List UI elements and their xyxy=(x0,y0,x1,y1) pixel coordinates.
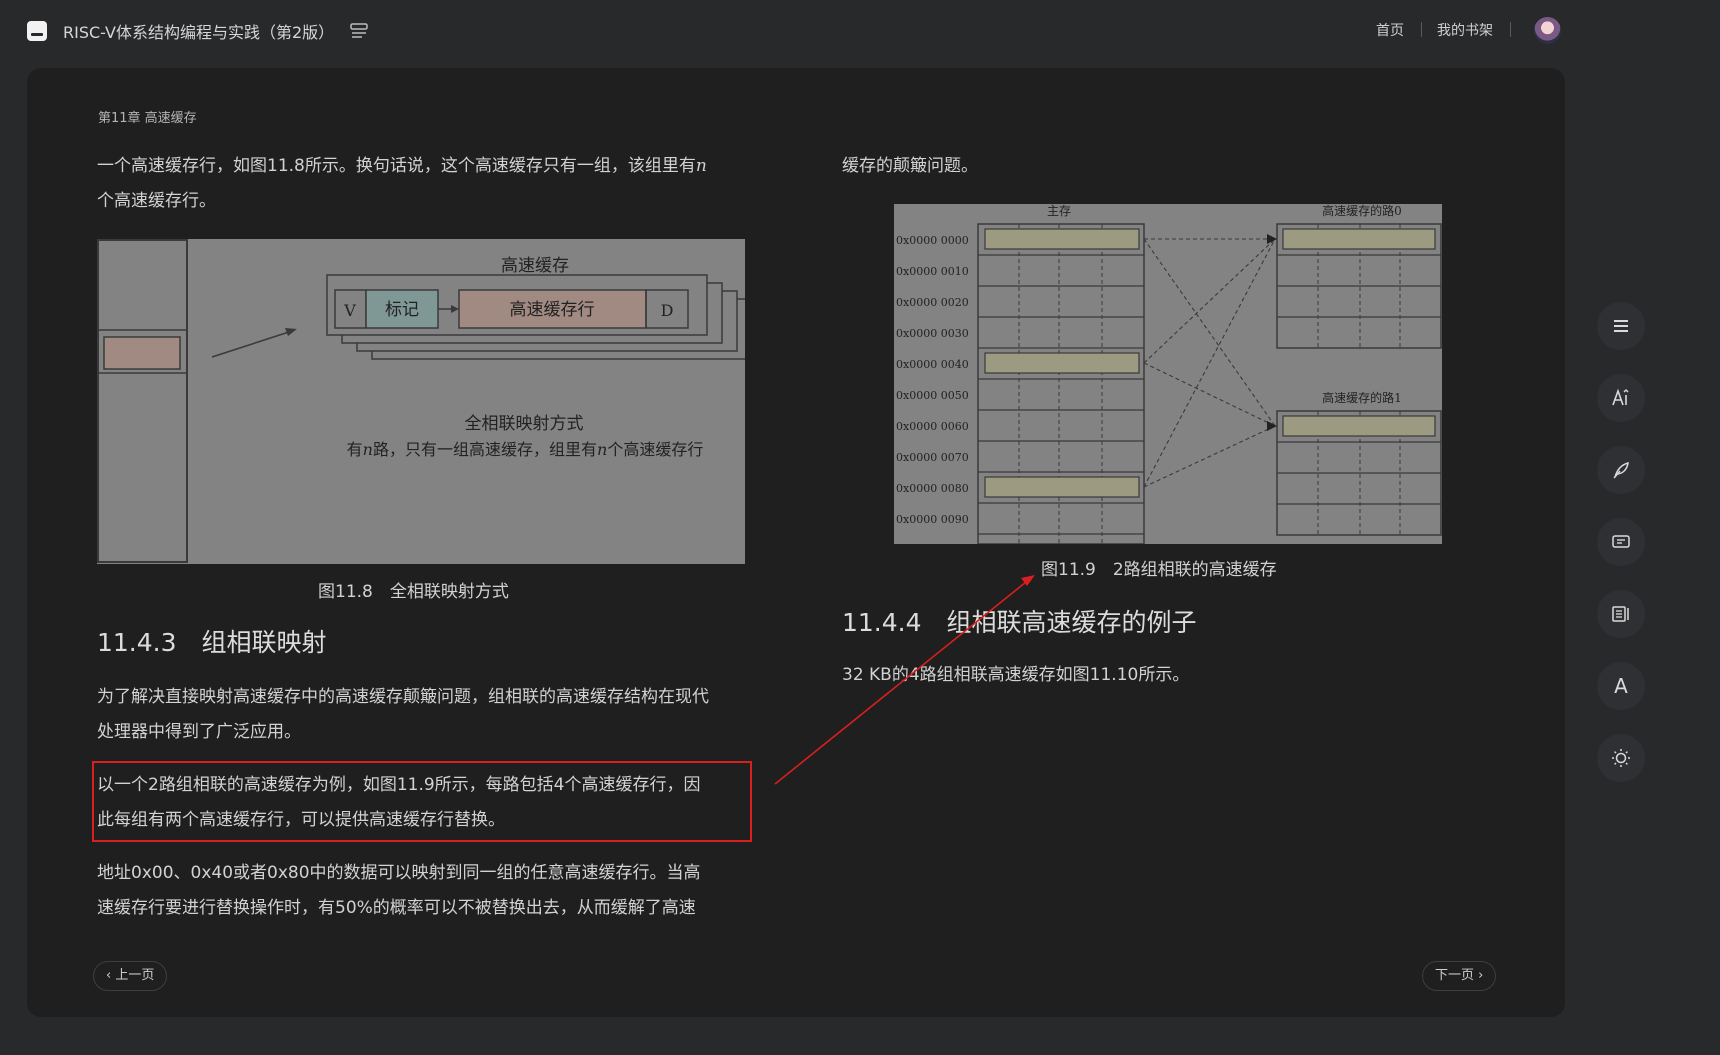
prev-page-button[interactable]: ‹ 上一页 xyxy=(93,961,168,991)
address-label: 0x0000 0090 xyxy=(896,513,969,526)
next-page-button[interactable]: 下一页 › xyxy=(1422,961,1497,991)
ai-assistant-button[interactable] xyxy=(1597,374,1645,422)
address-label: 0x0000 0060 xyxy=(896,420,969,433)
chevron-left-icon: ‹ xyxy=(106,968,116,983)
fig118-line: 高速缓存行 xyxy=(510,300,595,320)
address-label: 0x0000 0010 xyxy=(896,265,969,278)
nav-bookshelf-link[interactable]: 我的书架 xyxy=(1437,20,1493,40)
figure-11-8: 高速缓存 V 标记 高速缓存行 D 全相联映射方式 有n路，只有一组高速缓存，组… xyxy=(97,239,745,564)
comment-icon xyxy=(1612,535,1630,548)
theme-toggle-button[interactable] xyxy=(1597,734,1645,782)
highlight-box xyxy=(92,761,752,842)
notes-list-button[interactable] xyxy=(1597,590,1645,638)
toc-toggle-icon[interactable] xyxy=(349,21,369,41)
paragraph: 为了解决直接映射高速缓存中的高速缓存颠簸问题，组相联的高速缓存结构在现代 处理器… xyxy=(97,680,757,750)
memory-block xyxy=(984,476,1140,498)
address-label: 0x0000 0070 xyxy=(896,451,969,464)
mapping-arrow xyxy=(1143,238,1276,427)
ai-icon xyxy=(1612,388,1629,406)
mapping-arrow xyxy=(1143,238,1276,488)
prev-page-label: 上一页 xyxy=(115,968,155,983)
nav-divider xyxy=(1421,22,1422,37)
mapping-arrow xyxy=(1143,425,1276,488)
arrow-head xyxy=(1267,421,1277,431)
figure-11-9: 主存 高速缓存的路0 高速缓存的路1 0x0000 0000 0x0000 001… xyxy=(894,204,1442,544)
text-line: 处理器中得到了广泛应用。 xyxy=(97,722,301,742)
memory-block xyxy=(984,352,1140,374)
notes-icon xyxy=(1612,606,1629,622)
figure-11-9-caption: 图11.9 2路组相联的高速缓存 xyxy=(1041,560,1277,580)
paragraph-continued: 一个高速缓存行，如图11.8所示。换句话说，这个高速缓存只有一组，该组里有n 个… xyxy=(97,149,757,219)
feather-pen-icon xyxy=(1613,461,1629,479)
mapping-arrow xyxy=(1143,362,1276,427)
fig118-d: D xyxy=(661,301,674,320)
fig119-way1: 高速缓存的路1 xyxy=(1322,390,1402,405)
memory-block xyxy=(984,228,1140,250)
section-heading-11-4-3: 11.4.3 组相联映射 xyxy=(97,628,327,657)
book-title[interactable]: RISC-V体系结构编程与实践（第2版） xyxy=(63,19,334,43)
font-settings-button[interactable]: A xyxy=(1597,662,1645,710)
sun-icon xyxy=(1612,749,1630,767)
app-logo-icon[interactable] xyxy=(27,21,47,41)
fig119-main-mem: 主存 xyxy=(1047,204,1071,218)
fig118-tag: 标记 xyxy=(385,300,419,320)
address-label: 0x0000 0080 xyxy=(896,482,969,495)
fig118-desc: 有n路，只有一组高速缓存，组里有n个高速缓存行 xyxy=(347,440,704,459)
chapter-header: 第11章 高速缓存 xyxy=(98,111,197,126)
section-heading-11-4-4: 11.4.4 组相联高速缓存的例子 xyxy=(842,608,1197,637)
nav-divider xyxy=(1510,22,1511,37)
address-label: 0x0000 0030 xyxy=(896,327,969,340)
nav-home-link[interactable]: 首页 xyxy=(1376,20,1404,40)
paragraph: 32 KB的4路组相联高速缓存如图11.10所示。 xyxy=(842,665,1190,685)
text-line: 一个高速缓存行，如图11.8所示。换句话说，这个高速缓存只有一组，该组里有 xyxy=(97,156,696,176)
text-line: 地址0x00、0x40或者0x80中的数据可以映射到同一组的任意高速缓存行。当高 xyxy=(97,863,701,883)
toc-menu-button[interactable] xyxy=(1597,302,1645,350)
mapping-arrow xyxy=(1143,238,1276,364)
fig118-title: 高速缓存 xyxy=(501,256,569,276)
address-label: 0x0000 0040 xyxy=(896,358,969,371)
address-label: 0x0000 0000 xyxy=(896,234,969,247)
fig118-mode: 全相联映射方式 xyxy=(465,414,584,434)
font-size-icon: A xyxy=(1614,674,1628,698)
address-label: 0x0000 0020 xyxy=(896,296,969,309)
comments-button[interactable] xyxy=(1597,518,1645,566)
cache-line xyxy=(1282,415,1436,437)
text-line: 个高速缓存行。 xyxy=(97,191,216,211)
user-avatar[interactable] xyxy=(1534,17,1561,44)
paragraph-continued: 缓存的颠簸问题。 xyxy=(842,156,978,176)
paragraph: 地址0x00、0x40或者0x80中的数据可以映射到同一组的任意高速缓存行。当高… xyxy=(97,856,757,926)
note-button[interactable] xyxy=(1597,446,1645,494)
next-page-label: 下一页 xyxy=(1435,968,1475,983)
variable-n: n xyxy=(695,156,707,176)
fig118-v: V xyxy=(343,301,356,320)
list-icon xyxy=(1614,320,1628,332)
text-line: 速缓存行要进行替换操作时，有50%的概率可以不被替换出去，从而缓解了高速 xyxy=(97,898,696,918)
fig119-way0: 高速缓存的路0 xyxy=(1322,204,1402,218)
chevron-right-icon: › xyxy=(1474,968,1484,983)
top-bar: RISC-V体系结构编程与实践（第2版） 首页 我的书架 xyxy=(0,0,1720,62)
figure-11-8-caption: 图11.8 全相联映射方式 xyxy=(318,582,509,602)
cache-line xyxy=(1282,228,1436,250)
text-line: 为了解决直接映射高速缓存中的高速缓存颠簸问题，组相联的高速缓存结构在现代 xyxy=(97,687,709,707)
address-label: 0x0000 0050 xyxy=(896,389,969,402)
